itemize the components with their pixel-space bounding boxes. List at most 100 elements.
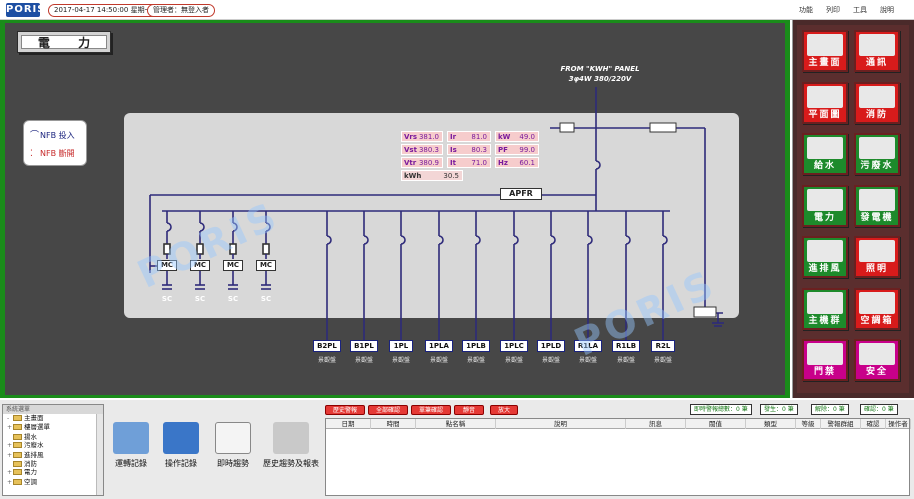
alarm-column-header[interactable]: 說明: [496, 419, 626, 429]
lighting-icon: [859, 240, 895, 262]
nav-label: 主機群: [804, 314, 846, 328]
nav-power[interactable]: 電力: [802, 184, 848, 227]
tool-calendar[interactable]: 運轉記錄: [110, 422, 152, 469]
tree-item[interactable]: 揚水: [3, 433, 103, 441]
feeder-1plb[interactable]: 1PLB: [462, 340, 490, 352]
alarm-button[interactable]: 靜音: [454, 405, 484, 415]
nav-host-group[interactable]: 主機群: [802, 287, 848, 330]
mc-contactor: MC: [256, 260, 276, 271]
nav-lighting[interactable]: 照明: [854, 236, 900, 278]
feeder-sub-label: 景觀盤: [466, 357, 485, 364]
nav-ahu[interactable]: 空調箱: [854, 287, 900, 330]
datetime-display: 2017-04-17 14:50:00 星期一: [48, 4, 158, 17]
feeder-1pla[interactable]: 1PLA: [425, 340, 453, 352]
tree-item[interactable]: + 進排風: [3, 451, 103, 460]
nav-label: 進排風: [804, 263, 846, 276]
nav-label: 發電機: [856, 211, 898, 225]
wastewater-icon: [859, 137, 895, 159]
main-screen-icon: [807, 34, 843, 56]
tool-label: 操作記錄: [165, 459, 197, 468]
user-display[interactable]: 管理者：無登入者: [147, 4, 215, 17]
tree-item[interactable]: + 污廢水: [3, 441, 103, 450]
ahu-icon: [859, 291, 895, 314]
feeder-line: [513, 211, 519, 340]
reading-it: It 71.0: [447, 157, 491, 168]
alarm-column-header[interactable]: 類型: [746, 419, 796, 429]
alarm-button[interactable]: 全部確認: [368, 405, 408, 415]
nav-label: 污廢水: [856, 160, 898, 173]
tree-item-label: 主畫面: [24, 414, 44, 422]
nav-communication[interactable]: 通訊: [854, 30, 900, 72]
alarm-column-header[interactable]: 閥值: [686, 419, 746, 429]
alarm-column-header[interactable]: 日期: [326, 419, 371, 429]
floor-plan-icon: [807, 85, 843, 108]
reading-vrs: Vrs 381.0: [401, 131, 443, 142]
alarm-clear: 解除：0 筆: [811, 404, 849, 415]
alarm-column-header[interactable]: 等級: [796, 419, 821, 429]
menu-tools[interactable]: 工具: [853, 5, 867, 15]
reading-vst: Vst 380.3: [401, 144, 443, 155]
feeder-b1pl[interactable]: B1PL: [350, 340, 378, 352]
alarm-button[interactable]: 單筆確認: [411, 405, 451, 415]
tree-item[interactable]: + 電力: [3, 468, 103, 477]
sc-capacitor-label: SC: [161, 295, 173, 303]
nav-frame: 主畫面 通訊 平面圖 消防 給水 污廢水電力 發電機進排風 照明主機群 空調箱 門禁 安全: [792, 20, 914, 398]
folder-icon: [13, 451, 22, 458]
tree-item[interactable]: + 空調: [3, 478, 103, 487]
nav-generator[interactable]: 發電機: [854, 184, 900, 227]
menu-function[interactable]: 功能: [799, 5, 813, 15]
alarm-column-header[interactable]: 操作者: [886, 419, 911, 429]
tree-item[interactable]: - 主畫面: [3, 414, 103, 423]
tree-item[interactable]: 消防: [3, 460, 103, 468]
tree-item[interactable]: + 樓層選單: [3, 423, 103, 432]
feeder-line: [326, 211, 332, 340]
nav-ventilation[interactable]: 進排風: [802, 236, 848, 278]
alarm-total: 即時警報總數：0 筆: [690, 404, 752, 415]
nav-label: 消防: [856, 108, 898, 122]
nav-grid: 主畫面 通訊 平面圖 消防 給水 污廢水電力 發電機進排風 照明主機群 空調箱 門禁 安全: [797, 25, 909, 393]
feeder-sub-label: 景觀盤: [317, 357, 336, 364]
nav-floor-plan[interactable]: 平面圖: [802, 81, 848, 124]
feeder-line: [438, 211, 444, 340]
feeder-sub-label: 景觀盤: [616, 357, 635, 364]
nav-access-control[interactable]: 門禁: [802, 339, 848, 381]
nav-wastewater[interactable]: 污廢水: [854, 133, 900, 175]
alarm-column-header[interactable]: 確認: [861, 419, 886, 429]
feeder-r2l[interactable]: R2L: [651, 340, 675, 352]
report-icon: [273, 422, 309, 454]
feeder-b2pl[interactable]: B2PL: [313, 340, 341, 352]
alarm-button[interactable]: 歷史警報: [325, 405, 365, 415]
sc-capacitor-label: SC: [260, 295, 272, 303]
nav-security[interactable]: 安全: [854, 339, 900, 381]
nav-fire[interactable]: 消防: [854, 81, 900, 124]
feeder-1pld[interactable]: 1PLD: [537, 340, 565, 352]
feeder-1plc[interactable]: 1PLC: [500, 340, 528, 352]
nav-label: 電力: [804, 211, 846, 225]
alarm-column-header[interactable]: 訊息: [626, 419, 686, 429]
feeder-1pl[interactable]: 1PL: [389, 340, 413, 352]
menu-help[interactable]: 說明: [880, 5, 894, 15]
reading-kw: kW 49.0: [495, 131, 539, 142]
alarm-column-header[interactable]: 警報群組: [821, 419, 861, 429]
notebook-icon: [163, 422, 199, 454]
tool-trend[interactable]: 即時趨勢: [212, 422, 254, 469]
alarm-column-header[interactable]: 時間: [371, 419, 416, 429]
water-supply-icon: [807, 137, 843, 159]
trend-icon: [215, 422, 251, 454]
alarm-button[interactable]: 放大: [490, 405, 518, 415]
alarm-column-header[interactable]: 點名稱: [416, 419, 496, 429]
nav-label: 主畫面: [804, 57, 846, 70]
calendar-icon: [113, 422, 149, 454]
system-tree[interactable]: 系統選單 - 主畫面 + 樓層選單 揚水 + 污廢水 + 進排風 消防 + 電力 + 空調: [2, 404, 104, 496]
power-icon: [807, 188, 843, 211]
tool-report[interactable]: 歷史趨勢及報表: [258, 422, 324, 469]
nav-water-supply[interactable]: 給水: [802, 133, 848, 175]
alarm-confirm: 確認：0 筆: [860, 404, 898, 415]
tool-notebook[interactable]: 操作記錄: [160, 422, 202, 469]
feeder-sub-label: 景觀盤: [354, 357, 373, 364]
nav-main-screen[interactable]: 主畫面: [802, 30, 848, 72]
tool-label: 即時趨勢: [217, 459, 249, 468]
tree-scrollbar[interactable]: [96, 414, 103, 495]
menu-print[interactable]: 列印: [826, 5, 840, 15]
alarm-table[interactable]: 日期 時間 點名稱 說明 訊息 閥值 類型 等級 警報群組 確認 操作者: [325, 418, 911, 496]
